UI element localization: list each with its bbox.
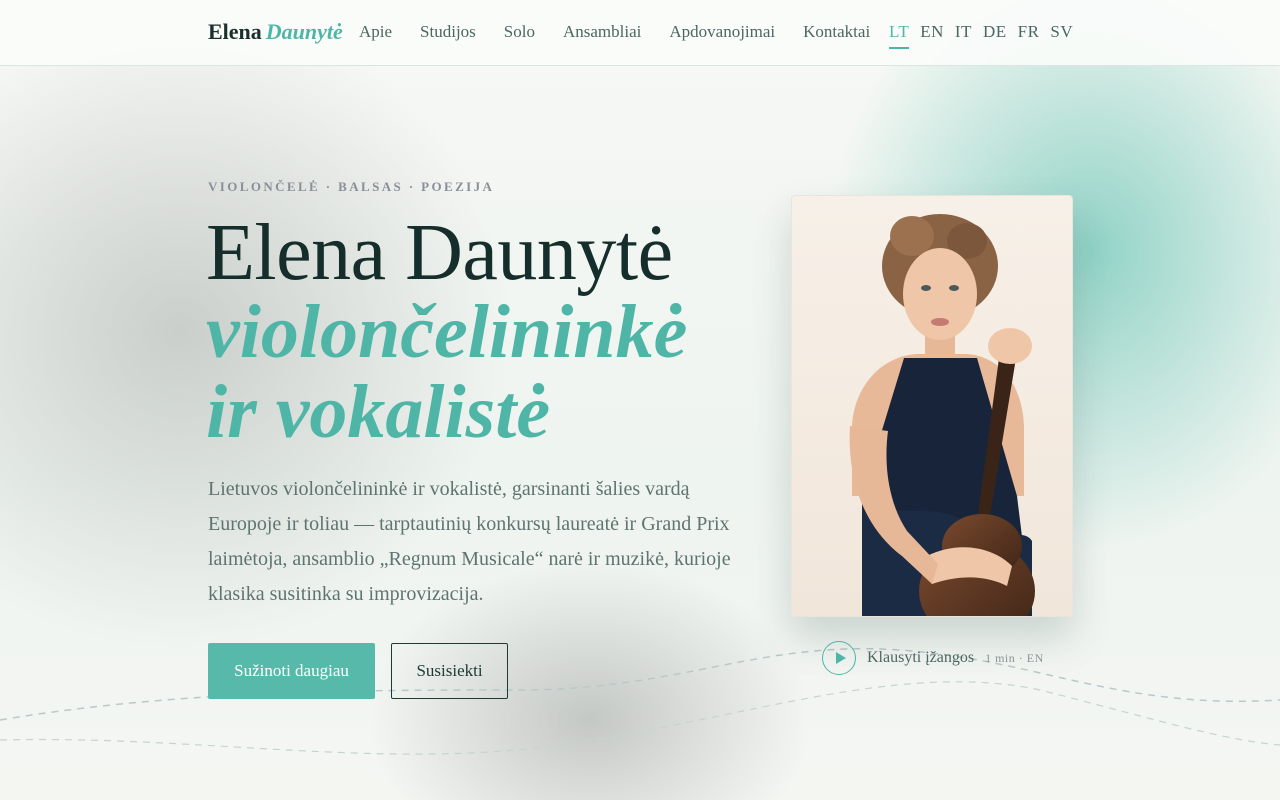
- brand-last-name: Daunytė: [265, 19, 343, 44]
- learn-more-button[interactable]: Sužinoti daugiau: [208, 643, 375, 699]
- nav-links: Apie Studijos Solo Ansambliai Apdovanoji…: [359, 22, 898, 42]
- play-button[interactable]: [822, 641, 856, 675]
- contact-button[interactable]: Susisiekti: [391, 643, 508, 699]
- top-navigation: Elena Daunytė Apie Studijos Solo Ansambli…: [0, 0, 1280, 66]
- nav-link-solo[interactable]: Solo: [504, 22, 535, 42]
- play-icon: [835, 652, 846, 664]
- nav-link-studijos[interactable]: Studijos: [420, 22, 476, 42]
- nav-link-kontaktai[interactable]: Kontaktai: [803, 22, 870, 42]
- artist-portrait: [791, 195, 1073, 617]
- lang-fr[interactable]: FR: [1018, 22, 1040, 49]
- brand-logo[interactable]: Elena Daunytė: [208, 19, 343, 45]
- hero-subtitle-line-1: violončelininkė: [206, 290, 688, 374]
- hero-subtitle-line-2: ir vokalistė: [206, 370, 551, 454]
- lang-sv[interactable]: SV: [1050, 22, 1073, 49]
- hero-kicker: VIOLONČELĖ · BALSAS · POEZIJA: [208, 179, 495, 194]
- nav-link-apdovanojimai[interactable]: Apdovanojimai: [669, 22, 775, 42]
- listen-intro-label[interactable]: Klausyti įžangos: [867, 649, 974, 667]
- lang-it[interactable]: IT: [955, 22, 972, 49]
- language-switcher: LT EN IT DE FR SV: [889, 22, 1084, 49]
- nav-link-ansambliai[interactable]: Ansambliai: [563, 22, 641, 42]
- hero-title: Elena Daunytė: [206, 209, 673, 297]
- lang-lt[interactable]: LT: [889, 22, 910, 49]
- lang-en[interactable]: EN: [920, 22, 944, 49]
- hero-lead-text: Lietuvos violončelininkė ir vokalistė, g…: [208, 478, 731, 605]
- lang-de[interactable]: DE: [983, 22, 1007, 49]
- hero-subtitle: violončelininkė ir vokalistė: [206, 292, 746, 452]
- audio-intro: Klausyti įžangos 1 min · EN: [822, 641, 1044, 675]
- nav-link-apie[interactable]: Apie: [359, 22, 392, 42]
- listen-intro-meta: 1 min · EN: [985, 650, 1044, 665]
- brand-first-name: Elena: [208, 19, 262, 44]
